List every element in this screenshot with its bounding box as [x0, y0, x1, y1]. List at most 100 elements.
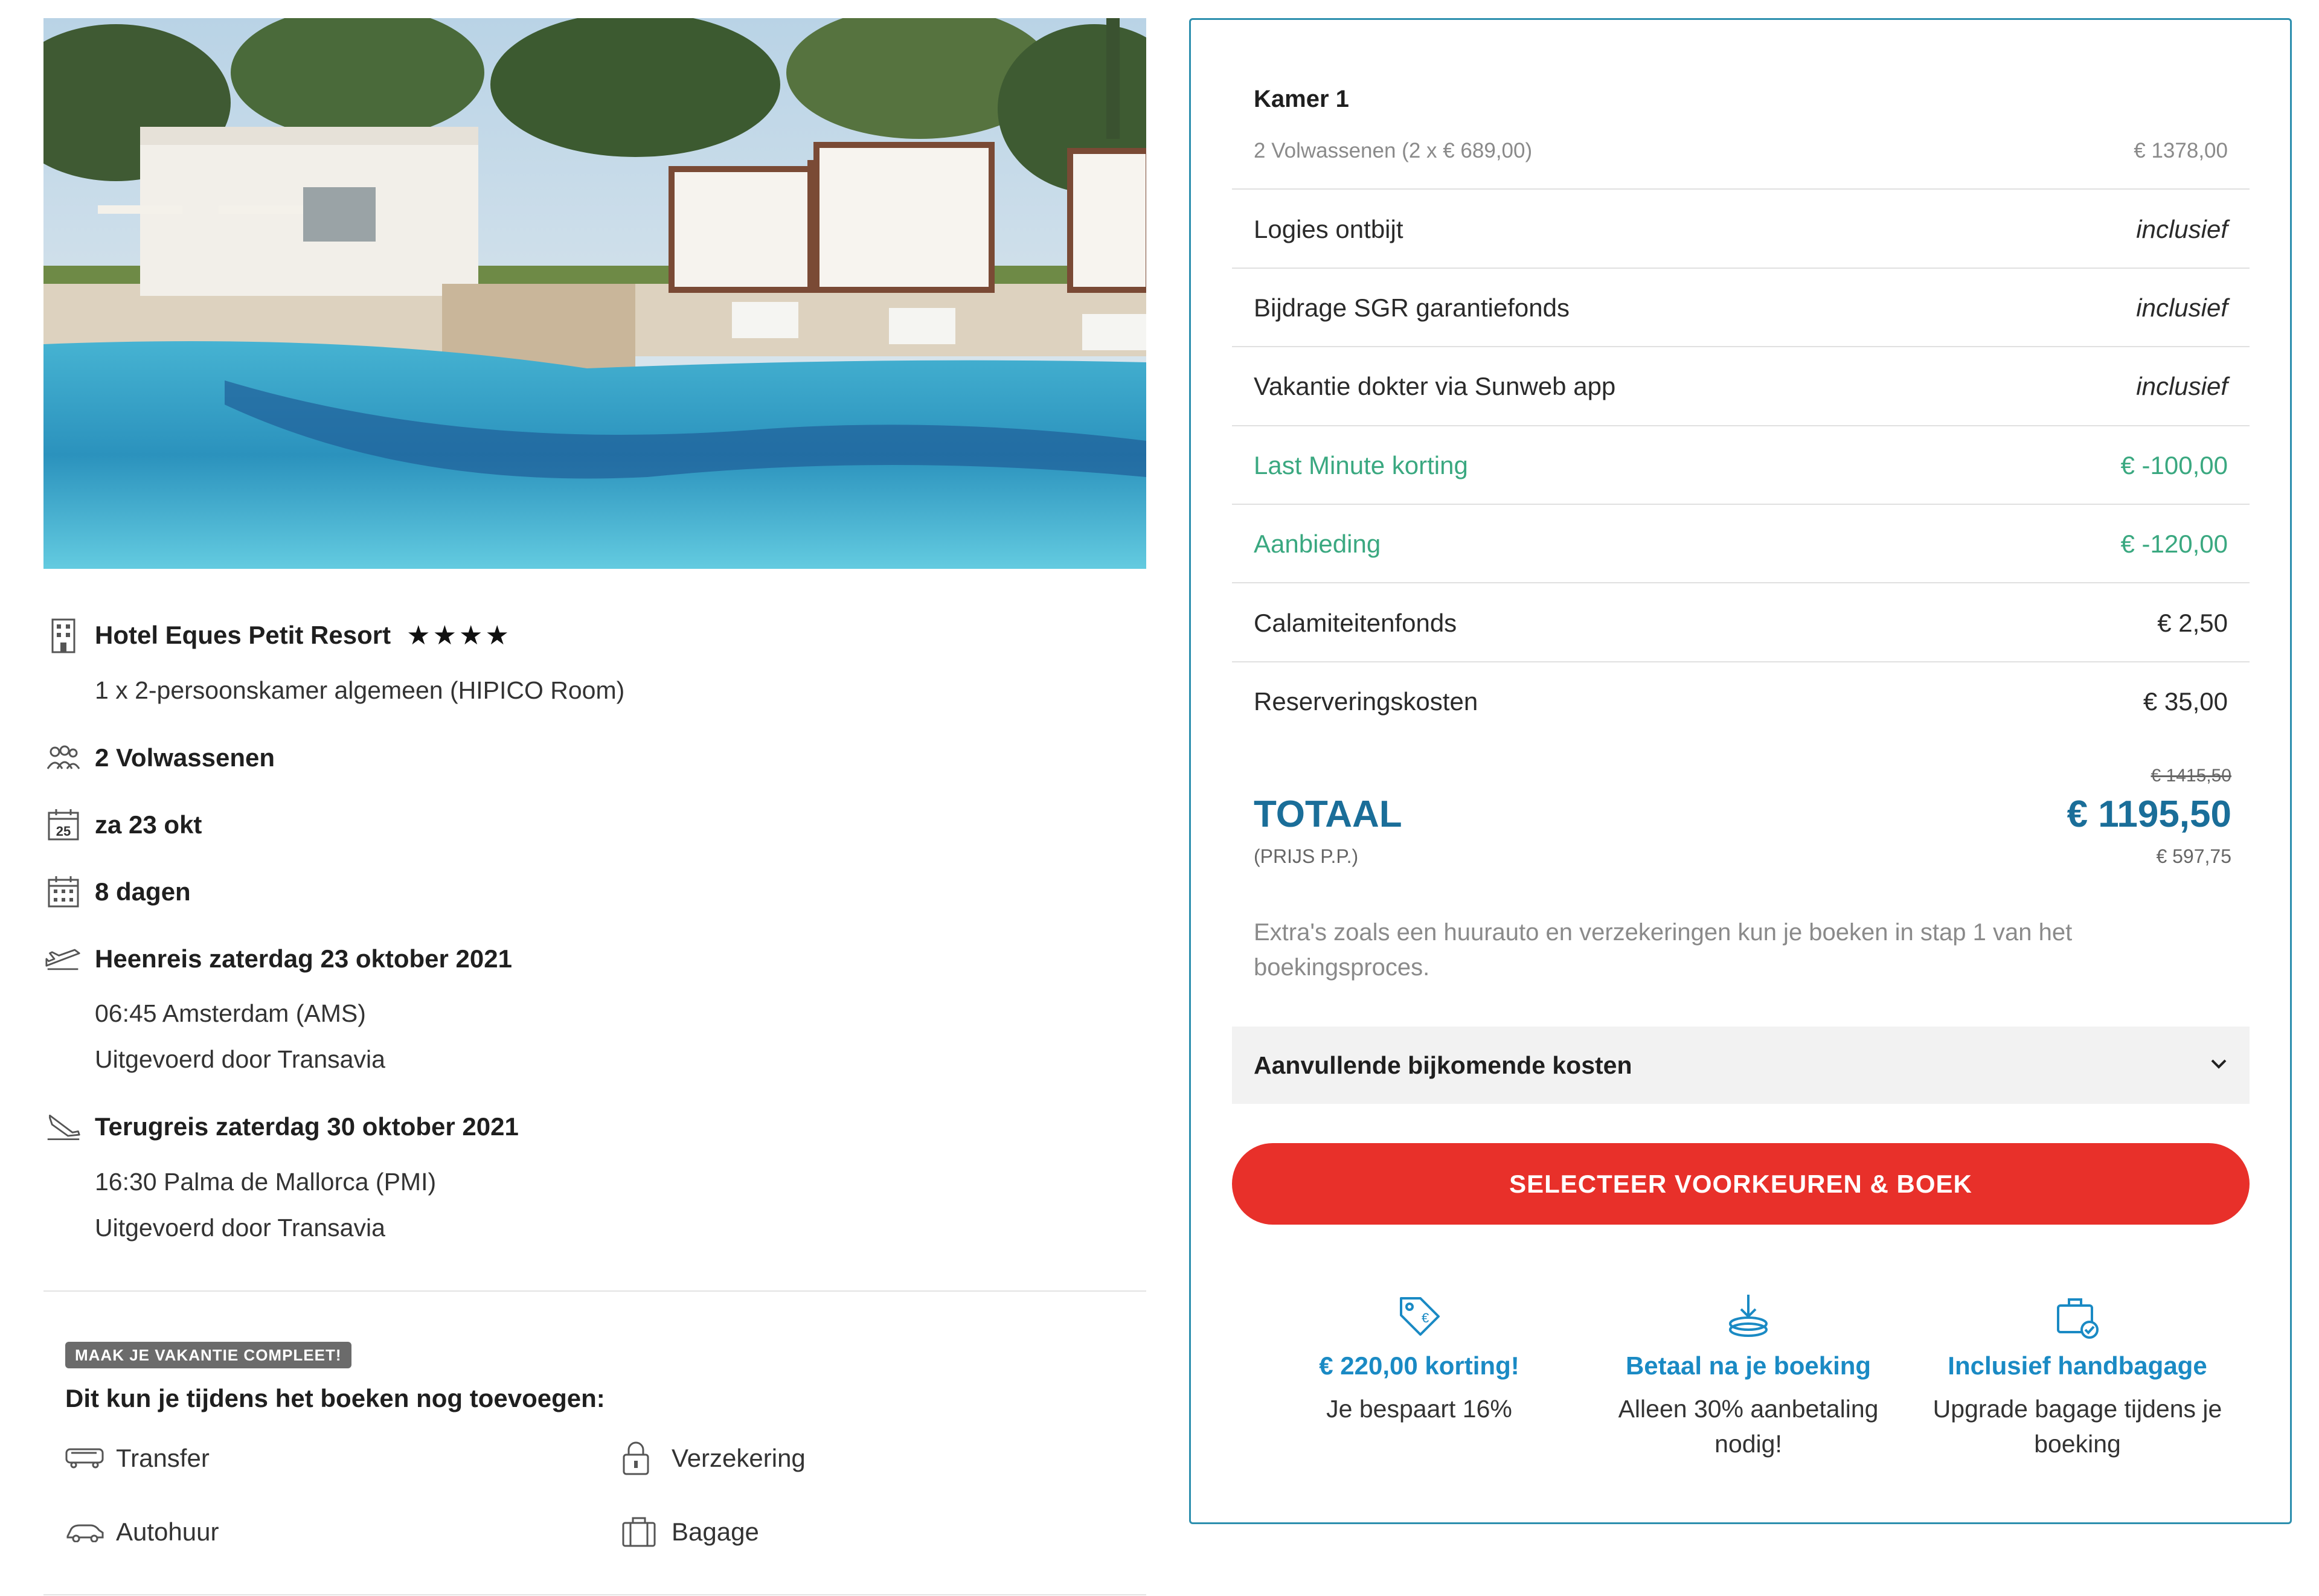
accordion-label: Aanvullende bijkomende kosten [1254, 1051, 1632, 1079]
departure-date: za 23 okt [95, 810, 202, 839]
divider [1232, 661, 2250, 662]
return-carrier: Uitgevoerd door Transavia [95, 1214, 385, 1242]
bottom-divider [43, 1594, 1146, 1595]
total-sub: (PRIJS P.P.) [1254, 845, 1359, 867]
outbound-time: 06:45 Amsterdam (AMS) [95, 999, 366, 1027]
extra-transfer[interactable]: Transfer [65, 1443, 210, 1473]
room-detail: 2 Volwassenen (2 x € 689,00) [1254, 139, 1533, 162]
calendar-grid-icon [45, 874, 82, 910]
extras-note: Extra's zoals een huurauto en verzekerin… [1254, 919, 2073, 981]
price-line: Reserveringskosten € 35,00 [1232, 687, 2250, 716]
usp-description: Alleen 30% aanbetaling nodig! [1618, 1395, 1879, 1458]
per-person-price: € 597,75 [2156, 845, 2231, 867]
extra-label: Transfer [116, 1444, 210, 1472]
star-icon: ★ [459, 620, 486, 650]
extra-carrental[interactable]: Autohuur [65, 1517, 219, 1547]
price-line-label: Vakantie dokter via Sunweb app [1254, 372, 1616, 400]
travelers: 2 Volwassenen [95, 743, 275, 772]
plane-takeoff-icon [45, 941, 82, 977]
price-line-label: Logies ontbijt [1254, 215, 1403, 243]
divider [1232, 582, 2250, 583]
usp-description: Je bespaart 16% [1326, 1395, 1512, 1423]
svg-text:€: € [1422, 1310, 1429, 1325]
old-total: € 1415,50 [2151, 766, 2231, 786]
price-line-label: Calamiteitenfonds [1254, 609, 1457, 637]
pool-scene-illustration [43, 18, 1146, 569]
price-line-value: inclusief [2136, 372, 2228, 400]
calendar-icon-number: 25 [56, 824, 71, 839]
extras-badge: MAAK JE VAKANTIE COMPLEET! [65, 1342, 351, 1368]
hotel-name[interactable]: Hotel Eques Petit Resort [95, 621, 391, 650]
duration-row: 8 dagen [45, 874, 191, 910]
return-title: Terugreis zaterdag 30 oktober 2021 [95, 1112, 519, 1141]
price-line: Bijdrage SGR garantiefonds inclusief [1232, 293, 2250, 322]
return-row: Terugreis zaterdag 30 oktober 2021 [45, 1109, 519, 1145]
price-line-value: inclusief [2136, 215, 2228, 243]
outbound-title: Heenreis zaterdag 23 oktober 2021 [95, 944, 512, 973]
star-icon: ★ [432, 620, 460, 650]
calendar-date-icon: 25 [45, 807, 82, 843]
usp-title: € 220,00 korting! [1319, 1351, 1519, 1380]
additional-costs-accordion[interactable]: Aanvullende bijkomende kosten [1232, 1027, 2250, 1104]
luggage-check-icon [1914, 1286, 2240, 1341]
price-line: Vakantie dokter via Sunweb app inclusief [1232, 372, 2250, 401]
price-tag-icon: € [1256, 1286, 1582, 1341]
people-icon [45, 740, 82, 776]
price-line: Logies ontbijt inclusief [1232, 215, 2250, 244]
hotel-photo[interactable] [43, 18, 1146, 569]
car-icon [65, 1517, 106, 1547]
divider [1232, 425, 2250, 426]
extra-label: Autohuur [116, 1517, 219, 1546]
usp-title: Inclusief handbagage [1948, 1351, 2207, 1380]
outbound-row: Heenreis zaterdag 23 oktober 2021 [45, 941, 512, 977]
date-row: 25 za 23 okt [45, 807, 202, 843]
extra-insurance[interactable]: Verzekering [621, 1441, 806, 1475]
room-type: 1 x 2-persoonskamer algemeen (HIPICO Roo… [95, 676, 625, 704]
plane-landing-icon [45, 1109, 82, 1145]
usp-hand-luggage: Inclusief handbagage Upgrade bagage tijd… [1914, 1286, 2240, 1461]
divider [1232, 188, 2250, 190]
usp-pay-later: Betaal na je boeking Alleen 30% aanbetal… [1585, 1286, 1911, 1461]
lock-icon [621, 1441, 662, 1475]
extra-label: Bagage [672, 1517, 759, 1546]
total-label: TOTAAL [1254, 793, 1402, 835]
room-price-row: 2 Volwassenen (2 x € 689,00) € 1378,00 [1232, 139, 2250, 163]
price-line-label: Last Minute korting [1254, 451, 1468, 479]
divider [43, 1290, 1146, 1292]
price-line-label: Bijdrage SGR garantiefonds [1254, 293, 1570, 322]
extras-heading: Dit kun je tijdens het boeken nog toevoe… [65, 1384, 605, 1412]
discount-line: Last Minute korting € -100,00 [1232, 451, 2250, 480]
suitcase-icon [621, 1517, 662, 1547]
travelers-row: 2 Volwassenen [45, 740, 275, 776]
bus-icon [65, 1443, 106, 1473]
star-icon: ★ [485, 620, 512, 650]
outbound-carrier: Uitgevoerd door Transavia [95, 1045, 385, 1073]
star-icon: ★ [406, 620, 433, 650]
download-coins-icon [1585, 1286, 1911, 1341]
divider [1232, 504, 2250, 505]
usp-discount: € € 220,00 korting! Je bespaart 16% [1256, 1286, 1582, 1426]
room-price: € 1378,00 [2134, 139, 2228, 162]
chevron-down-icon [2210, 1058, 2228, 1073]
price-line-value: € 35,00 [2143, 687, 2228, 716]
room-title: Kamer 1 [1254, 86, 1349, 112]
building-icon [45, 617, 82, 653]
book-button[interactable]: SELECTEER VOORKEUREN & BOEK [1232, 1143, 2250, 1225]
price-line-label: Aanbieding [1254, 530, 1381, 558]
star-rating: ★★★★ [406, 620, 512, 651]
usp-title: Betaal na je boeking [1625, 1351, 1872, 1380]
price-line-label: Reserveringskosten [1254, 687, 1478, 716]
usp-description: Upgrade bagage tijdens je boeking [1932, 1395, 2222, 1458]
extra-baggage[interactable]: Bagage [621, 1517, 759, 1547]
price-line-value: € -100,00 [2120, 451, 2228, 479]
return-time: 16:30 Palma de Mallorca (PMI) [95, 1168, 437, 1196]
price-line-value: inclusief [2136, 293, 2228, 322]
hotel-row: Hotel Eques Petit Resort ★★★★ [45, 617, 512, 653]
discount-line: Aanbieding € -120,00 [1232, 530, 2250, 559]
price-line-value: € -120,00 [2120, 530, 2228, 558]
divider [1232, 268, 2250, 269]
total-price: € 1195,50 [2067, 793, 2231, 835]
extra-label: Verzekering [672, 1444, 806, 1472]
price-line: Calamiteitenfonds € 2,50 [1232, 609, 2250, 638]
divider [1232, 346, 2250, 347]
